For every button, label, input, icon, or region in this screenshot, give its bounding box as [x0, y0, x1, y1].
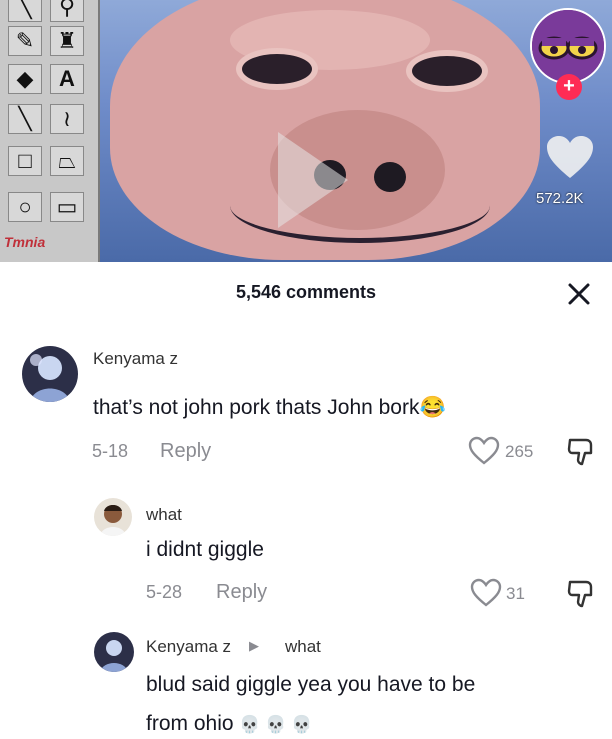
rectangle-tool-icon: □ — [8, 146, 42, 176]
reply-button[interactable]: Reply — [160, 440, 211, 463]
reply-button[interactable]: Reply — [216, 581, 267, 604]
brush-tool-icon: ♜ — [50, 26, 84, 56]
dislike-icon[interactable] — [566, 578, 596, 615]
paint-toolbox: ╲ ⚲ ✎ ♜ ◆ A ╲ ≀ □ ⏢ ○ ▭ Tmnia — [0, 0, 100, 262]
comments-sheet — [0, 262, 612, 739]
comment-text-body: that’s not john pork thats John bork — [93, 396, 420, 419]
avatar[interactable] — [94, 632, 134, 672]
avatar[interactable] — [22, 346, 78, 402]
toolbox-label: Tmnia — [4, 234, 46, 250]
comment-username[interactable]: what — [146, 505, 182, 525]
pig-right-eye — [406, 50, 488, 92]
comment-username[interactable]: Kenyama z — [93, 349, 178, 369]
video-player[interactable]: ╲ ⚲ ✎ ♜ ◆ A ╲ ≀ □ ⏢ ○ ▭ Tmnia + 572.2K — [0, 0, 612, 262]
creator-avatar[interactable] — [530, 8, 606, 84]
comment-date: 5-28 — [146, 582, 183, 602]
comment-like-count: 265 — [505, 442, 534, 461]
fill-tool-icon: ◆ — [8, 64, 42, 94]
follow-plus-icon[interactable]: + — [556, 74, 582, 100]
comment-text: i didnt giggle — [146, 538, 264, 561]
magnifier-tool-icon: ⚲ — [50, 0, 84, 22]
polygon-tool-icon: ⏢ — [50, 146, 84, 176]
like-heart-icon[interactable] — [468, 436, 500, 471]
comment-text: that’s not john pork thats John bork😂 — [93, 396, 446, 420]
dislike-icon[interactable] — [566, 436, 596, 473]
pig-left-eye — [236, 48, 318, 90]
comment-username[interactable]: Kenyama z — [146, 637, 231, 657]
line-tool-icon: ╲ — [8, 104, 42, 134]
video-like-count: 572.2K — [536, 190, 584, 207]
pig-mouth — [230, 168, 490, 243]
curve-tool-icon: ≀ — [50, 104, 84, 134]
eyedropper-tool-icon: ╲ — [8, 0, 42, 22]
play-icon[interactable] — [278, 132, 348, 228]
reply-arrow-icon: ▶ — [249, 638, 259, 653]
text-tool-icon: A — [50, 64, 84, 94]
rounded-rect-tool-icon: ▭ — [50, 192, 84, 222]
pencil-tool-icon: ✎ — [8, 26, 42, 56]
laughing-emoji-icon: 😂 — [419, 396, 446, 419]
comment-date: 5-18 — [92, 441, 129, 461]
replied-to-username[interactable]: what — [285, 637, 321, 657]
comment-text-line2: from ohio 💀 💀 💀 — [146, 712, 312, 736]
avatar[interactable] — [94, 498, 132, 536]
like-heart-icon[interactable] — [545, 134, 595, 185]
comment-text-body: from ohio — [146, 712, 234, 735]
ellipse-tool-icon: ○ — [8, 192, 42, 222]
comment-text: blud said giggle yea you have to be — [146, 673, 476, 696]
skull-emoji-icon: 💀 💀 💀 — [239, 715, 313, 734]
comments-count-title: 5,546 comments — [235, 282, 377, 302]
close-icon[interactable] — [565, 280, 593, 308]
like-heart-icon[interactable] — [470, 578, 502, 613]
comment-like-count: 31 — [506, 584, 525, 603]
